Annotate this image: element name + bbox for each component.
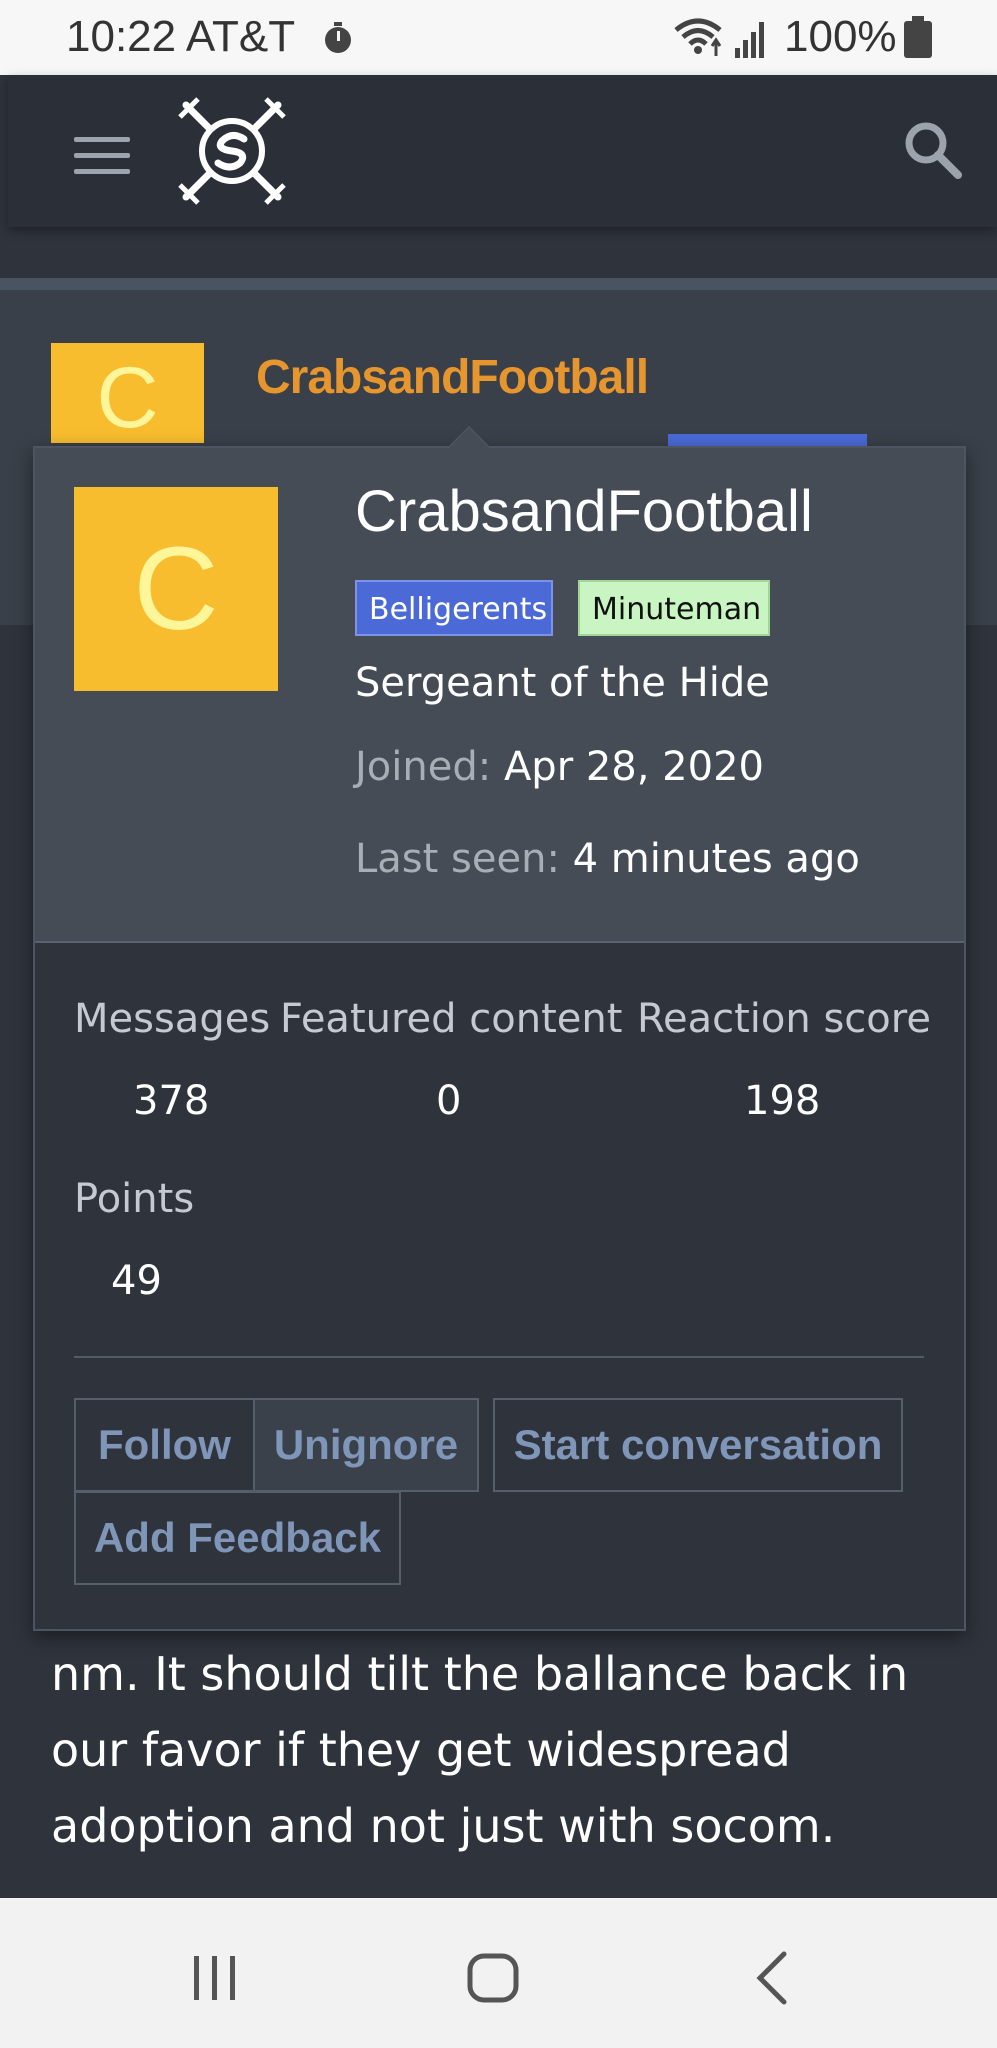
member-title: Sergeant of the Hide <box>355 660 770 706</box>
app-header <box>8 75 997 227</box>
avatar[interactable]: C <box>51 343 204 443</box>
stat-featured-value[interactable]: 0 <box>436 1078 461 1124</box>
unignore-button[interactable]: Unignore <box>253 1398 479 1492</box>
badge-minuteman: Minuteman <box>578 580 770 636</box>
post-line: our favor if they get widespread <box>51 1723 791 1777</box>
post-line: nm. It should tilt the ballance back in <box>51 1647 909 1701</box>
home-icon[interactable] <box>464 1948 524 2008</box>
post-line: adoption and not just with socom. <box>51 1799 836 1853</box>
member-username[interactable]: CrabsandFootball <box>355 478 813 545</box>
member-info-section: C CrabsandFootball Belligerents Minutema… <box>35 448 964 943</box>
stat-reaction-value[interactable]: 198 <box>744 1078 820 1124</box>
add-feedback-button[interactable]: Add Feedback <box>74 1491 401 1585</box>
member-tooltip-card: C CrabsandFootball Belligerents Minutema… <box>33 426 966 1631</box>
signal-icon <box>735 22 764 58</box>
divider <box>74 1356 924 1358</box>
wifi-icon <box>674 18 722 56</box>
post-body: nm. It should tilt the ballance back in … <box>51 1636 981 1864</box>
tooltip-arrow <box>447 426 491 448</box>
recent-apps-icon[interactable] <box>190 1954 240 2002</box>
status-time: 10:22 AT&T <box>66 12 296 61</box>
joined-row: Joined: Apr 28, 2020 <box>355 744 764 790</box>
stat-points-label: Points <box>74 1176 195 1222</box>
profile-username[interactable]: CrabsandFootball <box>256 350 649 405</box>
site-logo[interactable] <box>176 95 288 207</box>
last-seen-row: Last seen: 4 minutes ago <box>355 836 860 882</box>
search-icon[interactable] <box>898 115 968 185</box>
stat-points-value[interactable]: 49 <box>111 1258 162 1304</box>
status-bar: 10:22 AT&T 100% <box>0 0 997 75</box>
stat-featured-label: Featured content <box>280 996 623 1042</box>
member-avatar[interactable]: C <box>74 487 278 691</box>
back-icon[interactable] <box>752 1950 792 2006</box>
joined-label: Joined: <box>355 744 492 790</box>
start-conversation-button[interactable]: Start conversation <box>493 1398 903 1492</box>
badge-belligerents: Belligerents <box>355 580 553 636</box>
battery-percent: 100% <box>784 12 897 61</box>
stat-messages-value[interactable]: 378 <box>133 1078 209 1124</box>
stat-messages-label: Messages <box>74 996 271 1042</box>
battery-icon <box>904 16 932 58</box>
last-seen-value: 4 minutes ago <box>572 836 860 882</box>
header-divider <box>0 278 997 290</box>
follow-button[interactable]: Follow <box>74 1398 255 1492</box>
menu-icon[interactable] <box>74 137 130 177</box>
stat-reaction-label: Reaction score <box>637 996 931 1042</box>
stopwatch-icon <box>325 22 351 53</box>
system-nav-bar <box>0 1898 997 2048</box>
last-seen-label: Last seen: <box>355 836 560 882</box>
joined-value: Apr 28, 2020 <box>503 744 764 790</box>
